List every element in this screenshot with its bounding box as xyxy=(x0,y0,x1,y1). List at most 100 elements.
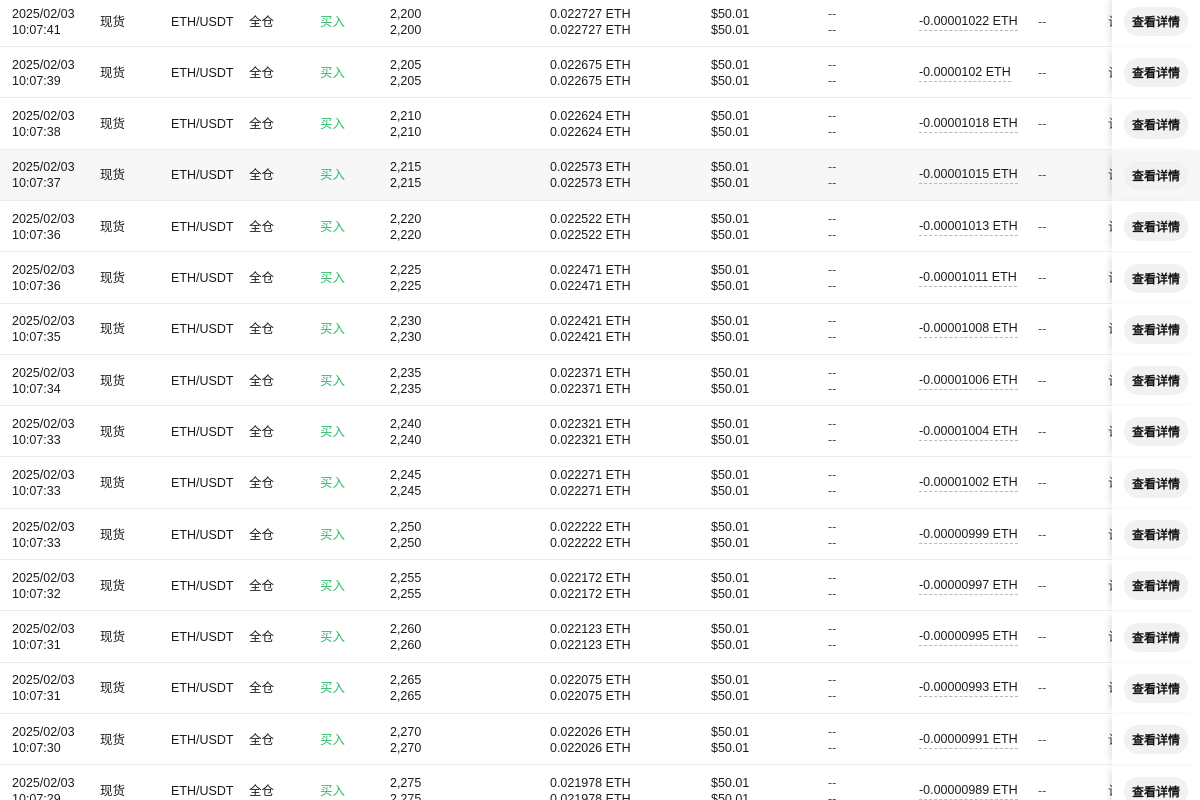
fee-cell[interactable]: -0.00000999 ETH xyxy=(919,509,1018,560)
fee-value[interactable]: -0.00001018 ETH xyxy=(919,115,1018,134)
fee-value[interactable]: -0.00001011 ETH xyxy=(919,269,1017,287)
order-price: 2,245 xyxy=(390,468,422,483)
fee-cell[interactable]: -0.00001013 ETH xyxy=(919,201,1018,252)
margin-mode: 全仓 xyxy=(249,560,274,611)
avg-price: 2,225 xyxy=(390,279,422,293)
trading-pair: ETH/USDT xyxy=(171,560,234,611)
fee-cell[interactable]: -0.00000995 ETH xyxy=(919,612,1018,663)
fee-cell[interactable]: -0.00001015 ETH xyxy=(919,150,1018,201)
extra-cell: -- xyxy=(1038,304,1046,355)
market-type-label: 现货 xyxy=(100,373,126,388)
view-details-button[interactable]: 查看详情 xyxy=(1123,109,1188,139)
action-column: 查看详情 xyxy=(1112,406,1200,458)
fee-cell[interactable]: -0.00000997 ETH xyxy=(919,560,1018,611)
margin-mode: 全仓 xyxy=(249,714,274,765)
order-side-label: 买入 xyxy=(320,424,346,439)
order-qty: 0.022075 ETH xyxy=(550,673,631,688)
view-details-button[interactable]: 查看详情 xyxy=(1123,571,1188,601)
fee-cell[interactable]: -0.00000989 ETH xyxy=(919,766,1018,800)
market-type-label: 现货 xyxy=(100,681,126,696)
trigger-value: -- xyxy=(828,622,837,637)
action-column: 查看详情 xyxy=(1112,611,1200,663)
fee-value[interactable]: -0.00000995 ETH xyxy=(919,628,1018,647)
view-details-button[interactable]: 查看详情 xyxy=(1123,160,1188,190)
fee-value[interactable]: -0.0000102 ETH xyxy=(919,64,1011,82)
order-date: 2025/02/03 xyxy=(12,263,75,277)
fee-value[interactable]: -0.00000989 ETH xyxy=(919,782,1018,800)
trading-pair-label: ETH/USDT xyxy=(171,476,234,491)
fee-value[interactable]: -0.00000993 ETH xyxy=(919,679,1018,698)
filled-qty-cell: 0.022371 ETH 0.022371 ETH xyxy=(550,355,631,406)
view-details-button[interactable]: 查看详情 xyxy=(1123,263,1188,293)
order-date: 2025/02/03 xyxy=(12,724,75,739)
order-side-label: 买入 xyxy=(320,168,346,183)
fee-value[interactable]: -0.00001022 ETH xyxy=(919,13,1018,31)
fee-cell[interactable]: -0.00001022 ETH xyxy=(919,0,1018,47)
fee-value[interactable]: -0.00001015 ETH xyxy=(919,166,1018,185)
view-details-button[interactable]: 查看详情 xyxy=(1123,468,1188,498)
view-details-button[interactable]: 查看详情 xyxy=(1123,58,1188,88)
view-details-button[interactable]: 查看详情 xyxy=(1123,673,1188,703)
fee-cell[interactable]: -0.00001008 ETH xyxy=(919,304,1018,355)
view-details-button[interactable]: 查看详情 xyxy=(1123,622,1188,652)
market-type-label: 现货 xyxy=(100,784,126,798)
trading-pair-label: ETH/USDT xyxy=(171,14,234,29)
order-side-label: 买入 xyxy=(320,681,346,696)
order-date: 2025/02/03 xyxy=(12,570,75,585)
fee-cell[interactable]: -0.00001004 ETH xyxy=(919,406,1018,457)
market-type-label: 现货 xyxy=(100,630,126,645)
filled-amount: $50.01 xyxy=(711,176,750,191)
market-type: 现货 xyxy=(100,304,125,355)
view-details-button[interactable]: 查看详情 xyxy=(1123,314,1188,344)
order-date: 2025/02/03 xyxy=(12,109,75,124)
margin-mode: 全仓 xyxy=(249,253,274,304)
order-amount: $50.01 xyxy=(711,263,750,277)
fee-value[interactable]: -0.00001004 ETH xyxy=(919,423,1018,441)
margin-mode-label: 全仓 xyxy=(249,219,275,234)
order-amount: $50.01 xyxy=(711,519,750,534)
trading-pair: ETH/USDT xyxy=(171,766,234,800)
trading-pair: ETH/USDT xyxy=(171,509,234,560)
view-details-button[interactable]: 查看详情 xyxy=(1123,520,1188,549)
trading-pair-label: ETH/USDT xyxy=(171,424,234,439)
fee-value[interactable]: -0.00000991 ETH xyxy=(919,731,1018,749)
order-amount-cell: $50.01 $50.01 xyxy=(711,47,749,98)
view-details-button[interactable]: 查看详情 xyxy=(1123,7,1188,36)
order-time-cell: 2025/02/03 10:07:38 xyxy=(12,99,75,150)
view-details-button[interactable]: 查看详情 xyxy=(1123,776,1188,800)
order-time-cell: 2025/02/03 10:07:37 xyxy=(12,150,75,201)
order-price: 2,255 xyxy=(390,570,422,585)
fee-cell[interactable]: -0.00001006 ETH xyxy=(919,355,1018,406)
view-details-button[interactable]: 查看详情 xyxy=(1123,417,1188,447)
fee-cell[interactable]: -0.00001011 ETH xyxy=(919,253,1017,304)
avg-price: 2,275 xyxy=(390,792,422,800)
order-side: 买入 xyxy=(320,201,345,252)
trigger-cell: -- -- xyxy=(828,406,836,457)
extra-value: -- xyxy=(1038,630,1047,645)
trading-pair: ETH/USDT xyxy=(171,253,234,304)
fee-cell[interactable]: -0.0000102 ETH xyxy=(919,47,1011,98)
fee-cell[interactable]: -0.00000991 ETH xyxy=(919,714,1018,765)
fee-value[interactable]: -0.00001006 ETH xyxy=(919,372,1018,390)
fee-cell[interactable]: -0.00001018 ETH xyxy=(919,99,1018,150)
view-details-button[interactable]: 查看详情 xyxy=(1123,366,1188,396)
filled-qty: 0.022522 ETH xyxy=(550,227,631,242)
order-date: 2025/02/03 xyxy=(12,365,75,380)
market-type: 现货 xyxy=(100,253,125,304)
fee-value[interactable]: -0.00001008 ETH xyxy=(919,320,1018,339)
fee-value[interactable]: -0.00000999 ETH xyxy=(919,526,1018,544)
fee-cell[interactable]: -0.00001002 ETH xyxy=(919,458,1018,509)
table-row: 2025/02/03 10:07:35 现货 ETH/USDT 全仓 买入 2,… xyxy=(0,303,1200,355)
view-details-button[interactable]: 查看详情 xyxy=(1123,212,1188,242)
order-qty: 0.022026 ETH xyxy=(550,724,631,739)
market-type-label: 现货 xyxy=(100,578,126,593)
fee-value[interactable]: -0.00001013 ETH xyxy=(919,218,1018,236)
fee-value[interactable]: -0.00001002 ETH xyxy=(919,474,1018,493)
view-details-button[interactable]: 查看详情 xyxy=(1123,725,1188,755)
table-row: 2025/02/03 10:07:33 现货 ETH/USDT 全仓 买入 2,… xyxy=(0,406,1200,458)
market-type: 现货 xyxy=(100,0,125,47)
fee-value[interactable]: -0.00000997 ETH xyxy=(919,577,1018,595)
table-row: 2025/02/03 10:07:39 现货 ETH/USDT 全仓 买入 2,… xyxy=(0,47,1200,99)
fee-cell[interactable]: -0.00000993 ETH xyxy=(919,663,1018,714)
order-side-label: 买入 xyxy=(320,271,346,285)
